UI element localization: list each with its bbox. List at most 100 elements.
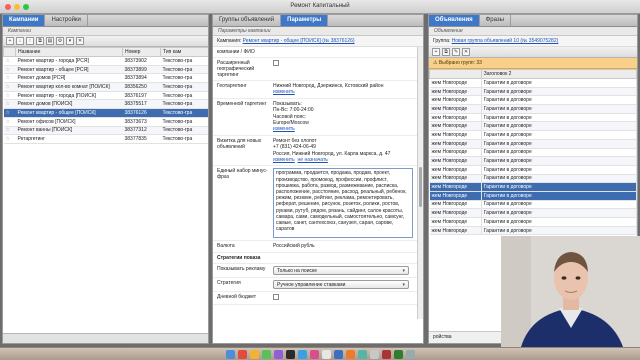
star-icon[interactable]: ☆ <box>3 117 16 127</box>
star-icon[interactable]: ☆ <box>3 108 16 118</box>
daily-budget-checkbox[interactable] <box>273 293 279 300</box>
table-row[interactable]: жем Новгороде Гарантии в договоре <box>429 148 637 158</box>
star-icon[interactable]: ☆ <box>3 65 16 75</box>
table-row[interactable]: жем Новгороде Гарантии в договоре <box>429 104 637 114</box>
table-row[interactable]: ☆ Ремонт офисов [ПОИСК] 38373673 Текстово-г… <box>3 117 208 127</box>
settings-icon[interactable]: ⚙ <box>56 37 64 45</box>
star-icon[interactable]: ☆ <box>3 91 16 101</box>
app-icon[interactable] <box>261 349 271 359</box>
table-row[interactable]: жем Новгороде Гарантии в договоре <box>429 95 637 106</box>
app-icon[interactable] <box>393 349 403 359</box>
parameters-pane: Группы объявлений Параметры Параметры ка… <box>212 14 424 344</box>
table-row[interactable]: ☆ Ремонт квартир - города [ПОИСК] 38376197… <box>3 91 208 101</box>
col-number[interactable]: Номер <box>122 47 161 57</box>
daily-budget-row: Дневной бюджет <box>213 292 417 306</box>
table-row[interactable]: жем Новгороде Гарантии в договоре <box>429 191 637 201</box>
table-row[interactable]: ☆ Ремонт домов [РСЯ] 38373894 Текстово-гра <box>3 73 208 84</box>
campaign-link[interactable]: Ремонт квартир - общее [ПОИСК] (№ 383761… <box>243 38 355 44</box>
geo-edit-link[interactable]: изменить <box>273 89 413 95</box>
vcard-unset-link[interactable]: не назначать <box>298 157 328 163</box>
col-star[interactable] <box>3 47 16 57</box>
horizontal-scrollbar[interactable] <box>3 333 208 343</box>
table-row[interactable]: ☆ Ремонт квартир - общее [РСЯ] 38373899 Тек… <box>3 65 208 75</box>
table-row[interactable]: ☆ Ретаргетинг 38377835 Текстово-гра <box>3 134 208 144</box>
table-row[interactable]: жем Новгороде Гарантии в договоре <box>429 139 637 149</box>
table-row[interactable]: ☆ Ремонт квартир - города [РСЯ] 38373902 Те… <box>3 56 208 66</box>
scrollbar-thumb[interactable] <box>419 167 422 207</box>
copy-icon[interactable]: ⧉ <box>442 48 450 56</box>
delete-icon[interactable]: ✕ <box>462 48 470 56</box>
app-icon[interactable] <box>237 349 247 359</box>
delete-icon[interactable]: ✕ <box>76 37 84 45</box>
table-row[interactable]: ☆ Ремонт квартир кол-во комнат [ПОИСК] 383… <box>3 82 208 92</box>
upload-icon[interactable]: ↑ <box>26 37 34 45</box>
copy-icon[interactable]: ⧉ <box>36 37 44 45</box>
star-icon[interactable]: ☆ <box>3 134 16 144</box>
ext-geo-checkbox[interactable] <box>273 60 279 66</box>
table-row[interactable]: жем Новгороде Гарантии в договоре <box>429 121 637 132</box>
table-row[interactable]: жем Новгороде Гарантии в договоре <box>429 78 637 88</box>
vertical-scrollbar[interactable] <box>417 47 423 319</box>
table-row[interactable]: жем Новгороде Гарантии в договоре <box>429 113 637 123</box>
app-icon[interactable] <box>309 349 319 359</box>
app-icon[interactable] <box>285 349 295 359</box>
finder-icon[interactable] <box>225 349 235 359</box>
table-row[interactable]: жем Новгороде Гарантии в договоре <box>429 182 637 192</box>
show-ads-select[interactable]: Только на поиске <box>273 265 409 275</box>
edit-icon[interactable]: ✎ <box>452 48 460 56</box>
app-icon[interactable] <box>249 349 259 359</box>
star-icon[interactable]: ☆ <box>3 73 16 84</box>
add-icon[interactable]: + <box>432 48 440 56</box>
app-icon[interactable] <box>333 349 343 359</box>
star-icon[interactable]: ☆ <box>3 56 16 66</box>
table-row-selected[interactable]: ☆ Ремонт квартир - общее [ПОИСК] 38376126 Т… <box>3 108 208 118</box>
table-row[interactable]: жем Новгороде Гарантии в договоре <box>429 226 637 236</box>
show-ads-row: Показывать рекламу Только на поиске <box>213 264 417 278</box>
table-row[interactable]: жем Новгороде Гарантии в договоре <box>429 87 637 97</box>
tab-ad-groups[interactable]: Группы объявлений <box>213 15 282 26</box>
time-edit-link[interactable]: изменить <box>273 126 413 132</box>
campaign-label: Кампания: <box>217 38 242 44</box>
table-row[interactable]: жем Новгороде Гарантии в договоре <box>429 130 637 140</box>
star-icon[interactable]: ☆ <box>3 126 16 136</box>
app-icon[interactable] <box>357 349 367 359</box>
table-row[interactable]: жем Новгороде Гарантии в договоре <box>429 165 637 175</box>
strategy-row: Стратегия Ручное управление ставками <box>213 278 417 292</box>
app-icon[interactable] <box>297 349 307 359</box>
table-row[interactable]: жем Новгороде Гарантии в договоре <box>429 208 637 218</box>
tab-parameters[interactable]: Параметры <box>281 15 329 26</box>
app-icon[interactable] <box>345 349 355 359</box>
table-row[interactable]: жем Новгороде Гарантии в договоре <box>429 200 637 210</box>
campaigns-pane: Кампании Настройки Кампании + ↓ ↑ ⧉ ▤ ⚙ … <box>2 14 209 344</box>
filter-icon[interactable]: ▾ <box>66 37 74 45</box>
add-icon[interactable]: + <box>6 37 14 45</box>
table-row[interactable]: жем Новгороде Гарантии в договоре <box>429 174 637 184</box>
app-icon[interactable] <box>273 349 283 359</box>
tab-ads[interactable]: Объявления <box>429 15 480 26</box>
table-row[interactable]: ☆ Ремонт домов [ПОИСК] 38375517 Текстово-гр… <box>3 99 208 110</box>
paste-icon[interactable]: ▤ <box>46 37 54 45</box>
tab-campaigns[interactable]: Кампании <box>3 15 46 26</box>
right-tabs: Объявления Фразы <box>429 15 637 27</box>
star-icon[interactable]: ☆ <box>3 82 16 92</box>
app-icon[interactable] <box>381 349 391 359</box>
table-row[interactable]: жем Новгороде Гарантии в договоре <box>429 156 637 166</box>
group-link[interactable]: Новая группа объявлений 10 (№ 3549075282… <box>452 38 559 44</box>
vcard-edit-link[interactable]: изменить <box>273 157 295 163</box>
middle-tabs: Группы объявлений Параметры <box>213 15 423 27</box>
app-icon[interactable] <box>369 349 379 359</box>
table-row[interactable]: жем Новгороде Гарантии в договоре <box>429 217 637 227</box>
col-name[interactable]: Название <box>15 47 123 57</box>
dock <box>0 347 640 360</box>
strategy-select[interactable]: Ручное управление ставками <box>273 279 409 289</box>
trash-icon[interactable] <box>405 349 415 359</box>
star-icon[interactable]: ☆ <box>3 99 16 110</box>
table-row[interactable]: ☆ Ремонт ванны [ПОИСК] 38377312 Текстово-гр… <box>3 126 208 136</box>
col-type[interactable]: Тип кам <box>160 47 208 57</box>
app-icon[interactable] <box>321 349 331 359</box>
minus-phrases-textarea[interactable]: программа, продается, продажа, продам, п… <box>273 168 413 239</box>
col-title-2[interactable]: Заголовок 2 <box>480 69 637 79</box>
tab-settings[interactable]: Настройки <box>45 15 88 26</box>
tab-phrases[interactable]: Фразы <box>480 15 511 26</box>
download-icon[interactable]: ↓ <box>16 37 24 45</box>
